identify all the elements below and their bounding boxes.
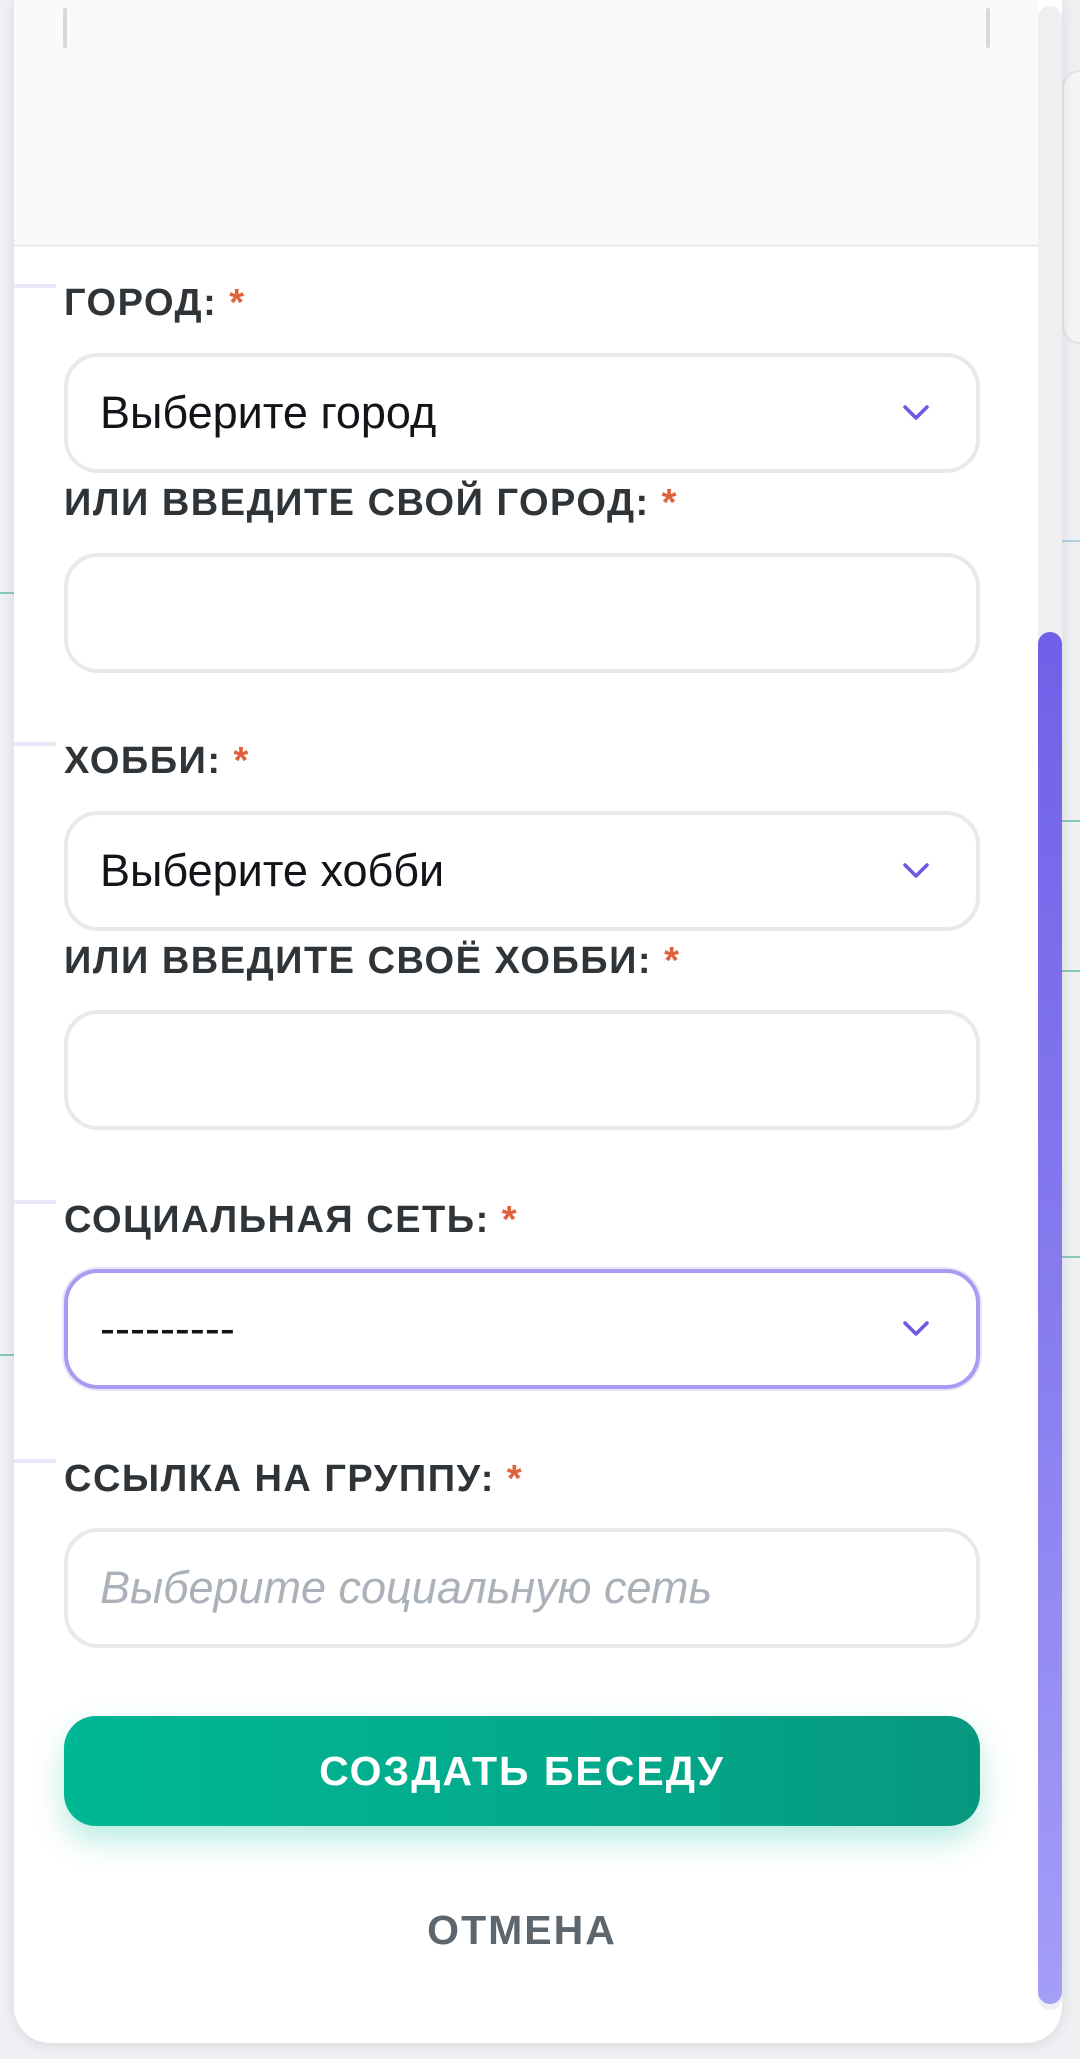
background-chart-line: [0, 592, 14, 594]
hobby-select[interactable]: Выберите хобби: [64, 811, 980, 931]
chevron-down-icon: [903, 1321, 929, 1336]
custom-city-input[interactable]: [64, 553, 980, 673]
custom-city-label: ИЛИ ВВЕДИТЕ СВОЙ ГОРОД: *: [64, 482, 678, 525]
chevron-down-icon: [903, 405, 929, 420]
required-asterisk: *: [501, 1199, 519, 1241]
background-chart-line: [1062, 1256, 1080, 1258]
label-marker: [14, 742, 56, 746]
create-chat-modal: ГОРОД: * Выберите город ИЛИ ВВЕДИТЕ СВОЙ …: [14, 0, 1062, 2043]
city-select[interactable]: Выберите город: [64, 353, 980, 473]
background-chart-line: [1062, 540, 1080, 542]
label-marker: [14, 284, 56, 288]
custom-hobby-label-text: ИЛИ ВВЕДИТЕ СВОЁ ХОББИ:: [64, 940, 653, 982]
chevron-down-icon: [903, 863, 929, 878]
group-link-label-text: ССЫЛКА НА ГРУППУ:: [64, 1458, 495, 1500]
group-link-label: ССЫЛКА НА ГРУППУ: *: [64, 1458, 523, 1501]
social-network-label-text: СОЦИАЛЬНАЯ СЕТЬ:: [64, 1199, 490, 1241]
hobby-label-text: ХОББИ:: [64, 740, 222, 782]
city-label-text: ГОРОД:: [64, 282, 218, 324]
scrollbar-thumb[interactable]: [1038, 632, 1062, 2004]
required-asterisk: *: [229, 282, 246, 324]
city-select-value: Выберите город: [100, 387, 437, 438]
social-network-select-value: ---------: [100, 1303, 235, 1354]
social-network-select[interactable]: ---------: [64, 1269, 980, 1389]
background-chart-line: [1062, 970, 1080, 972]
background-chart-line: [0, 1354, 14, 1356]
hobby-label: ХОББИ: *: [64, 740, 250, 783]
cancel-button[interactable]: ОТМЕНА: [64, 1890, 980, 1970]
group-link-placeholder: Выберите социальную сеть: [100, 1562, 713, 1613]
required-asterisk: *: [664, 940, 681, 982]
required-asterisk: *: [661, 482, 678, 524]
label-marker: [14, 1459, 56, 1463]
label-marker: [14, 1200, 56, 1204]
custom-hobby-input[interactable]: [64, 1010, 980, 1130]
input-edge-left: [63, 8, 67, 48]
background-chart-line: [1062, 820, 1080, 822]
group-link-input[interactable]: Выберите социальную сеть: [64, 1528, 980, 1648]
hobby-select-value: Выберите хобби: [100, 845, 445, 896]
social-network-label: СОЦИАЛЬНАЯ СЕТЬ: *: [64, 1199, 518, 1242]
custom-city-label-text: ИЛИ ВВЕДИТЕ СВОЙ ГОРОД:: [64, 482, 650, 524]
custom-hobby-label: ИЛИ ВВЕДИТЕ СВОЁ ХОББИ: *: [64, 940, 680, 983]
input-edge-right: [986, 8, 990, 48]
create-chat-button[interactable]: СОЗДАТЬ БЕСЕДУ: [64, 1716, 980, 1826]
modal-top-section: [14, 0, 1038, 247]
required-asterisk: *: [233, 740, 250, 782]
required-asterisk: *: [506, 1458, 524, 1500]
city-label: ГОРОД: *: [64, 282, 246, 325]
background-card: [1062, 70, 1080, 344]
